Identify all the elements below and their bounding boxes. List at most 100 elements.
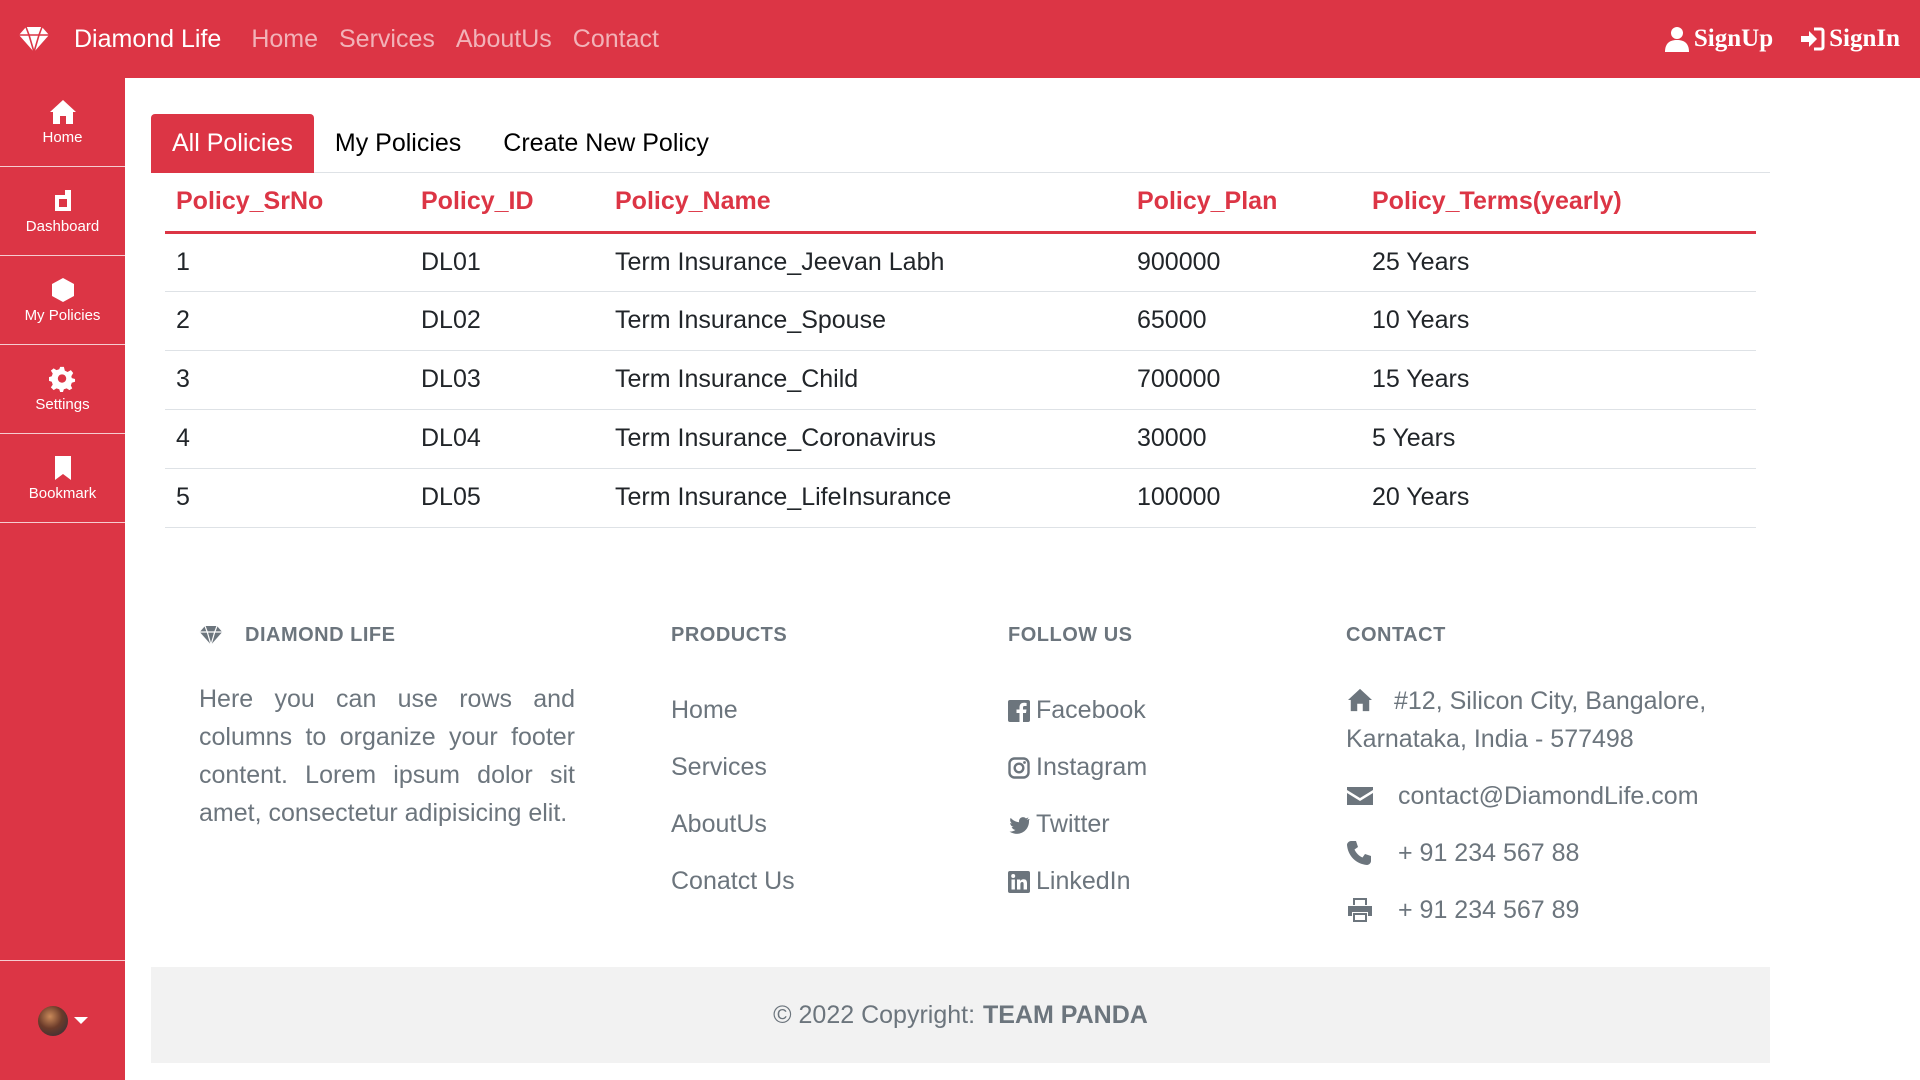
cell-name: Term Insurance_LifeInsurance xyxy=(604,468,1126,528)
cell-id: DL03 xyxy=(410,350,604,410)
dashboard-icon xyxy=(54,189,71,211)
sidebar-item-home[interactable]: Home xyxy=(0,78,125,167)
header-policy-name: Policy_Name xyxy=(604,173,1126,234)
tab-create-new-policy[interactable]: Create New Policy xyxy=(482,114,730,173)
sidebar: Home Dashboard My Policies Settings Book… xyxy=(0,78,125,1080)
footer-follow-heading: FOLLOW US xyxy=(1008,623,1133,646)
cell-id: DL01 xyxy=(410,232,604,292)
footer-email-text[interactable]: contact@DiamondLife.com xyxy=(1398,777,1699,815)
sidebar-item-dashboard[interactable]: Dashboard xyxy=(0,167,125,256)
cell-srno: 5 xyxy=(165,468,410,528)
facebook-label: Facebook xyxy=(1036,696,1146,724)
user-menu[interactable] xyxy=(0,960,125,1080)
footer-link-instagram[interactable]: Instagram xyxy=(1008,739,1147,796)
linkedin-icon xyxy=(1008,870,1030,893)
cell-id: DL02 xyxy=(410,291,604,351)
tab-my-policies[interactable]: My Policies xyxy=(314,114,482,173)
bookmark-icon xyxy=(54,455,71,480)
footer-about-text: Here you can use rows and columns to org… xyxy=(199,685,575,827)
footer-fax-text: + 91 234 567 89 xyxy=(1398,896,1580,924)
footer-link-twitter[interactable]: Twitter xyxy=(1008,796,1147,853)
footer-link-facebook[interactable]: Facebook xyxy=(1008,682,1147,739)
copyright-bar: © 2022 Copyright: TEAM PANDA xyxy=(151,967,1770,1063)
footer-about-column: DIAMOND LIFE Here you can use rows and c… xyxy=(199,620,575,832)
footer-fax: + 91 234 567 89 xyxy=(1346,891,1726,929)
cell-terms: 20 Years xyxy=(1361,468,1756,528)
signin-button[interactable]: SignIn xyxy=(1799,25,1900,53)
sidebar-label-home: Home xyxy=(42,128,83,146)
cell-plan: 65000 xyxy=(1126,291,1361,351)
copyright-text: © 2022 Copyright: xyxy=(773,1000,976,1029)
chevron-down-icon[interactable] xyxy=(73,1017,88,1024)
cell-plan: 900000 xyxy=(1126,232,1361,292)
cell-terms: 25 Years xyxy=(1361,232,1756,292)
policies-icon xyxy=(51,277,74,302)
table-row: 4 DL04 Term Insurance_Coronavirus 30000 … xyxy=(165,409,1756,469)
nav-link-aboutus[interactable]: AboutUs xyxy=(456,25,552,54)
footer-contact-heading: CONTACT xyxy=(1346,623,1446,646)
copyright-team[interactable]: TEAM PANDA xyxy=(983,1001,1148,1030)
signup-label: SignUp xyxy=(1693,25,1774,52)
footer-contact-column: CONTACT #12, Silicon City, Bangalore, Ka… xyxy=(1346,620,1726,948)
avatar[interactable] xyxy=(37,1005,68,1036)
footer-products-column: PRODUCTS Home Services AboutUs Conatct U… xyxy=(671,620,795,910)
nav-link-home[interactable]: Home xyxy=(251,25,318,54)
sidebar-item-my-policies[interactable]: My Policies xyxy=(0,256,125,345)
sidebar-label-settings: Settings xyxy=(35,395,90,413)
cell-terms: 10 Years xyxy=(1361,291,1756,351)
sidebar-label-bookmark: Bookmark xyxy=(28,484,97,502)
home-icon xyxy=(49,99,76,124)
twitter-label: Twitter xyxy=(1036,810,1110,838)
table-header-row: Policy_SrNo Policy_ID Policy_Name Policy… xyxy=(165,173,1756,234)
phone-icon xyxy=(1347,841,1371,865)
footer-contact-list: #12, Silicon City, Bangalore, Karnataka,… xyxy=(1346,682,1726,929)
nav-link-services[interactable]: Services xyxy=(339,25,435,54)
cell-terms: 5 Years xyxy=(1361,409,1756,469)
cell-plan: 700000 xyxy=(1126,350,1361,410)
cell-plan: 30000 xyxy=(1126,409,1361,469)
cell-srno: 2 xyxy=(165,291,410,351)
home-icon xyxy=(1348,688,1372,712)
instagram-icon xyxy=(1008,756,1030,779)
footer-email: contact@DiamondLife.com xyxy=(1346,777,1726,815)
sign-in-icon xyxy=(1801,27,1825,51)
footer-products-heading: PRODUCTS xyxy=(671,623,788,646)
sidebar-label-my-policies: My Policies xyxy=(24,306,101,324)
cell-name: Term Insurance_Spouse xyxy=(604,291,1126,351)
footer-address: #12, Silicon City, Bangalore, Karnataka,… xyxy=(1346,682,1726,758)
footer-products-list: Home Services AboutUs Conatct Us xyxy=(671,682,795,910)
sidebar-item-settings[interactable]: Settings xyxy=(0,345,125,434)
table-row: 3 DL03 Term Insurance_Child 700000 15 Ye… xyxy=(165,350,1756,410)
facebook-icon xyxy=(1008,699,1030,722)
diamond-icon xyxy=(19,26,49,53)
policy-tabs: All Policies My Policies Create New Poli… xyxy=(151,114,1770,173)
nav-links: Home Services AboutUs Contact xyxy=(251,25,680,54)
signup-button[interactable]: SignUp xyxy=(1664,25,1773,53)
cell-terms: 15 Years xyxy=(1361,350,1756,410)
top-navbar: Diamond Life Home Services AboutUs Conta… xyxy=(0,0,1920,78)
brand-name[interactable]: Diamond Life xyxy=(74,25,221,54)
header-policy-terms: Policy_Terms(yearly) xyxy=(1361,173,1756,234)
printer-icon xyxy=(1348,898,1372,922)
header-policy-id: Policy_ID xyxy=(410,173,604,234)
footer-address-text: #12, Silicon City, Bangalore, Karnataka,… xyxy=(1346,687,1707,753)
footer-social-list: Facebook Instagram Twitter LinkedIn xyxy=(1008,682,1147,910)
sidebar-item-bookmark[interactable]: Bookmark xyxy=(0,434,125,523)
footer-link-home[interactable]: Home xyxy=(671,682,795,739)
cell-srno: 3 xyxy=(165,350,410,410)
header-policy-srno: Policy_SrNo xyxy=(165,173,410,234)
table-row: 1 DL01 Term Insurance_Jeevan Labh 900000… xyxy=(165,232,1756,292)
sidebar-label-dashboard: Dashboard xyxy=(25,217,100,235)
linkedin-label: LinkedIn xyxy=(1036,867,1131,895)
footer-brand-label: DIAMOND LIFE xyxy=(245,623,396,646)
footer-link-aboutus[interactable]: AboutUs xyxy=(671,796,795,853)
nav-link-contact[interactable]: Contact xyxy=(573,25,659,54)
cell-name: Term Insurance_Coronavirus xyxy=(604,409,1126,469)
footer-link-services[interactable]: Services xyxy=(671,739,795,796)
footer-link-contact-us[interactable]: Conatct Us xyxy=(671,853,795,910)
cell-id: DL04 xyxy=(410,409,604,469)
tab-all-policies[interactable]: All Policies xyxy=(151,114,314,173)
footer-link-linkedin[interactable]: LinkedIn xyxy=(1008,853,1147,910)
brand[interactable]: Diamond Life xyxy=(18,25,221,54)
table-row: 5 DL05 Term Insurance_LifeInsurance 1000… xyxy=(165,468,1756,528)
